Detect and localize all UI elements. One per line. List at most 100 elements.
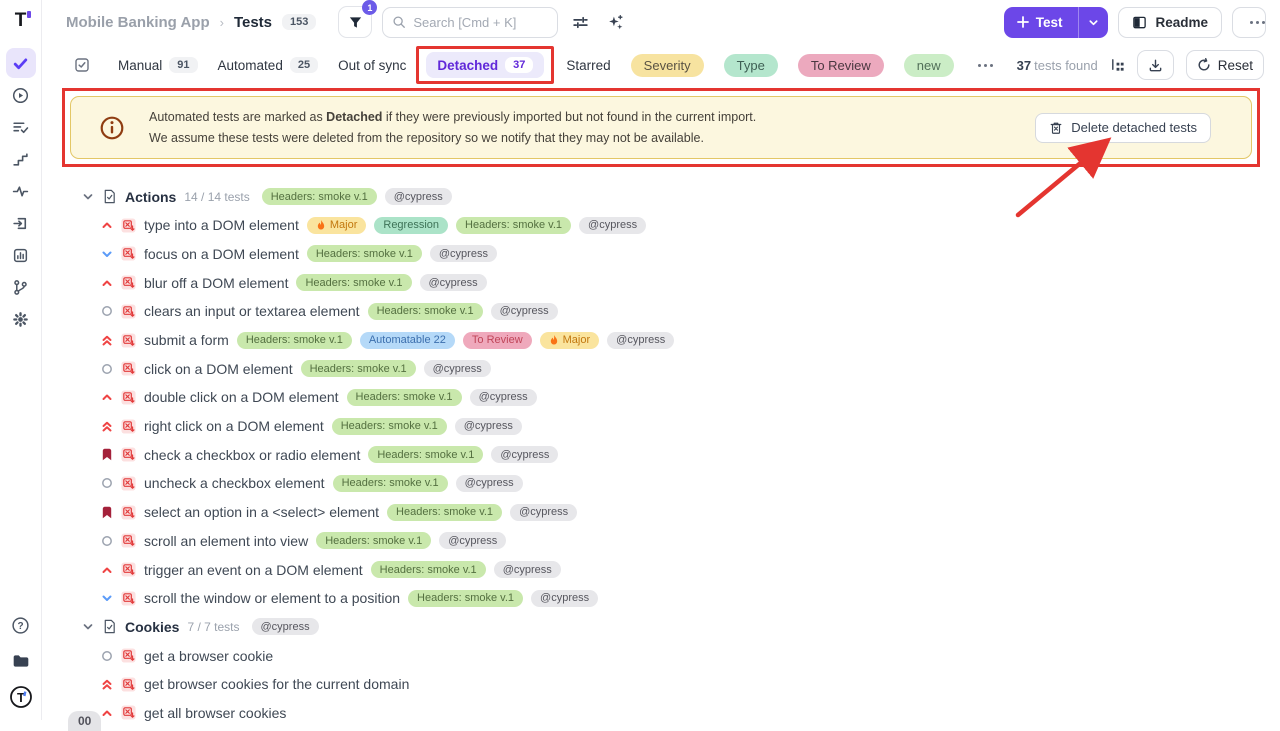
view-settings-button[interactable] [568,10,593,35]
sidebar-item-help[interactable]: ? [6,610,36,640]
reset-button[interactable]: Reset [1186,50,1264,80]
topbar: Mobile Banking App › Tests 153 1 Test [42,0,1280,44]
test-title[interactable]: click on a DOM element [144,361,293,377]
tab-detached[interactable]: Detached 37 [426,52,544,78]
flame-icon [549,334,559,346]
detached-icon [121,218,136,233]
test-title[interactable]: type into a DOM element [144,217,299,233]
priority-normal-icon [100,363,113,375]
suite-row[interactable]: Cookies7 / 7 tests@cypress [42,613,1280,642]
sidebar-item-docs[interactable] [6,646,36,676]
sidebar-item-runs[interactable] [6,80,36,110]
test-row[interactable]: blur off a DOM elementHeaders: smoke v.1… [42,268,1280,297]
detached-info-banner: Automated tests are marked as Detached i… [70,96,1252,159]
test-row[interactable]: type into a DOM elementMajorRegressionHe… [42,211,1280,240]
test-title[interactable]: clears an input or textarea element [144,303,360,319]
test-title[interactable]: check a checkbox or radio element [144,447,360,463]
test-title[interactable]: get browser cookies for the current doma… [144,676,409,692]
test-row[interactable]: get a browser cookie [42,641,1280,670]
delete-detached-tests-button[interactable]: Delete detached tests [1035,113,1211,143]
select-all-button[interactable] [70,53,94,77]
test-row[interactable]: select an option in a <select> elementHe… [42,498,1280,527]
sidebar-item-analytics[interactable] [6,240,36,270]
sidebar-item-pulse[interactable] [6,176,36,206]
detached-count: 37 [505,57,533,73]
gear-icon [12,311,29,328]
filter-pill-to-review[interactable]: To Review [798,54,884,77]
brand-logo[interactable]: T [6,682,36,712]
sidebar-item-steps[interactable] [6,144,36,174]
new-test-button[interactable]: Test [1004,7,1079,38]
app-logo[interactable]: T [15,10,27,32]
tab-out-of-sync[interactable]: Out of sync [338,58,406,73]
check-icon [12,55,29,72]
detached-icon [121,246,136,261]
test-row[interactable]: focus on a DOM elementHeaders: smoke v.1… [42,240,1280,269]
filter-button[interactable]: 1 [338,6,372,38]
test-row[interactable]: right click on a DOM elementHeaders: smo… [42,412,1280,441]
sidebar-item-branches[interactable] [6,272,36,302]
main-area: Mobile Banking App › Tests 153 1 Test [42,0,1280,720]
sidebar-item-import[interactable] [6,208,36,238]
ai-assist-button[interactable] [603,10,628,35]
readme-button[interactable]: Readme [1118,7,1222,38]
new-test-split-button[interactable]: Test [1004,7,1109,38]
badge--cypress: @cypress [494,561,561,578]
detached-icon [121,390,136,405]
test-title[interactable]: submit a form [144,332,229,348]
test-row[interactable]: click on a DOM elementHeaders: smoke v.1… [42,354,1280,383]
partial-badge: 00 [68,711,101,731]
chevron-down-icon[interactable] [82,191,94,203]
new-test-dropdown-button[interactable] [1078,7,1108,38]
suite-row[interactable]: Actions14 / 14 testsHeaders: smoke v.1@c… [42,182,1280,211]
filter-pill-severity[interactable]: Severity [631,54,704,77]
more-filters-button[interactable] [974,60,997,71]
test-row[interactable]: double click on a DOM elementHeaders: sm… [42,383,1280,412]
test-row[interactable]: submit a formHeaders: smoke v.1Automatab… [42,326,1280,355]
tab-starred[interactable]: Starred [566,58,610,73]
test-title[interactable]: uncheck a checkbox element [144,475,325,491]
test-title[interactable]: get a browser cookie [144,648,273,664]
test-title[interactable]: get all browser cookies [144,705,286,721]
sidebar-item-settings[interactable] [6,304,36,334]
badge-to-review: To Review [463,332,532,349]
test-title[interactable]: right click on a DOM element [144,418,324,434]
test-title[interactable]: focus on a DOM element [144,246,299,262]
test-row[interactable]: trigger an event on a DOM elementHeaders… [42,555,1280,584]
test-title[interactable]: trigger an event on a DOM element [144,562,363,578]
sidebar: T ? T [0,0,42,720]
test-title[interactable]: scroll an element into view [144,533,308,549]
book-icon [1132,15,1147,30]
test-title[interactable]: scroll the window or element to a positi… [144,590,400,606]
more-actions-button[interactable] [1232,7,1266,38]
filter-pill-type[interactable]: Type [724,54,778,77]
test-row[interactable]: scroll an element into viewHeaders: smok… [42,527,1280,556]
test-title[interactable]: blur off a DOM element [144,275,288,291]
chevron-down-icon[interactable] [82,621,94,633]
badge-headers-smoke-v-1: Headers: smoke v.1 [368,303,483,320]
sidebar-item-results[interactable] [6,112,36,142]
suite-count: 14 / 14 tests [184,190,249,204]
search-box[interactable] [382,7,558,38]
test-row[interactable]: get browser cookies for the current doma… [42,670,1280,699]
test-row[interactable]: check a checkbox or radio elementHeaders… [42,440,1280,469]
test-row[interactable]: scroll the window or element to a positi… [42,584,1280,613]
breadcrumb-project[interactable]: Mobile Banking App [66,14,210,31]
tree-view-button[interactable] [1106,54,1129,77]
tab-manual[interactable]: Manual 91 [118,57,198,73]
detached-annotation-box: Detached 37 [416,46,554,84]
badge--cypress: @cypress [531,590,598,607]
badge--cypress: @cypress [455,418,522,435]
search-input[interactable] [413,15,548,30]
export-button[interactable] [1137,50,1174,80]
import-box-icon [12,215,29,232]
test-row[interactable]: uncheck a checkbox elementHeaders: smoke… [42,469,1280,498]
tab-automated[interactable]: Automated 25 [218,57,319,73]
test-row[interactable]: get all browser cookies [42,699,1280,728]
test-row[interactable]: clears an input or textarea element Heade… [42,297,1280,326]
sidebar-item-tests[interactable] [6,48,36,78]
filter-pill-new[interactable]: new [904,54,954,77]
priority-high-icon [100,391,113,403]
test-title[interactable]: select an option in a <select> element [144,504,379,520]
test-title[interactable]: double click on a DOM element [144,389,339,405]
